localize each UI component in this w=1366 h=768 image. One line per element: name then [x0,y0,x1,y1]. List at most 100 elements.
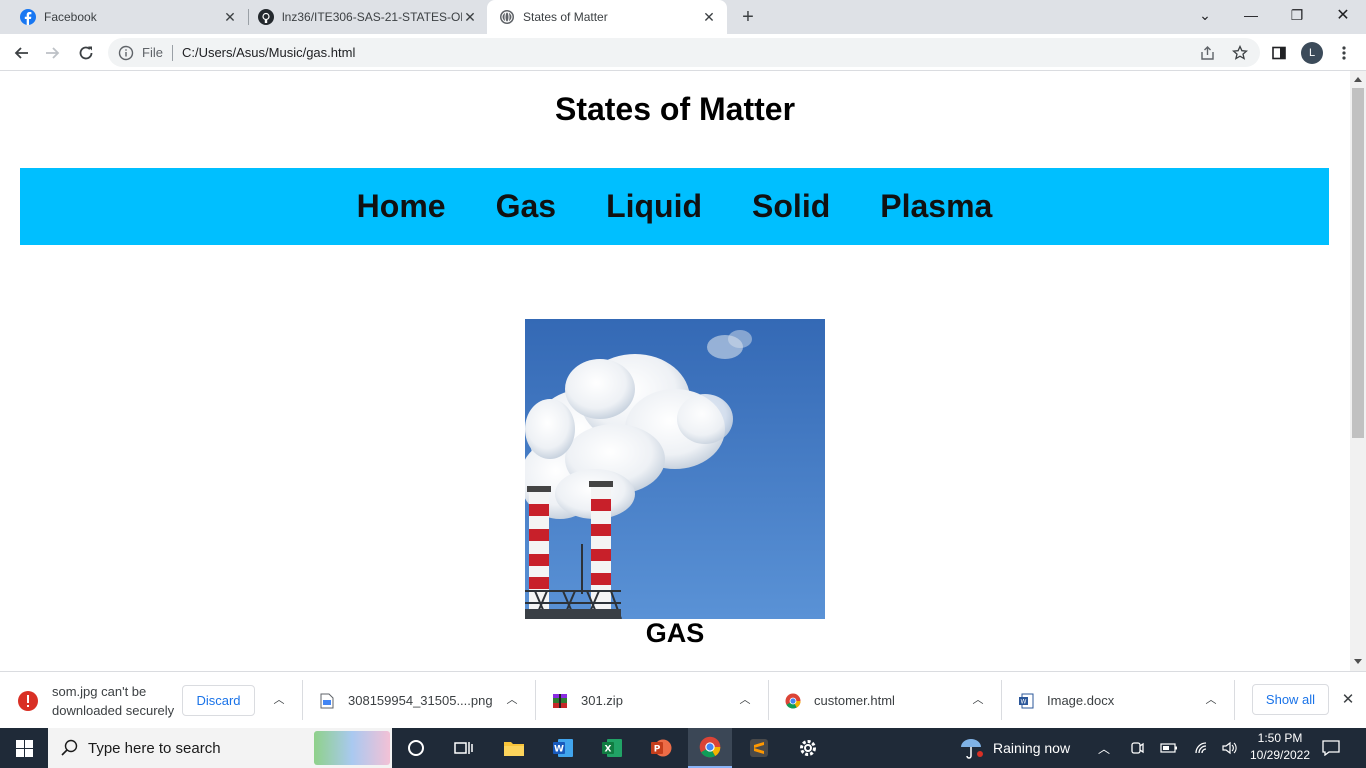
menu-dots-icon[interactable] [1333,42,1355,64]
close-tab-icon[interactable]: ✕ [462,9,478,25]
address-bar[interactable]: File C:/Users/Asus/Music/gas.html [108,38,1260,67]
minimize-icon[interactable]: — [1228,0,1274,30]
nav-link-gas[interactable]: Gas [496,188,556,225]
weather-widget[interactable]: Raining now [958,728,1070,768]
system-clock[interactable]: 1:50 PM 10/29/2022 [1240,730,1320,764]
close-download-bar-icon[interactable]: ✕ [1341,691,1355,708]
excel-app-icon[interactable]: X [590,728,634,768]
windows-taskbar: Type here to search W X P Raining now ︿ [0,728,1366,768]
close-tab-icon[interactable]: ✕ [701,9,717,25]
chrome-app-icon[interactable] [688,728,732,768]
chevron-up-icon[interactable]: ︿ [738,692,752,706]
nav-link-solid[interactable]: Solid [752,188,830,225]
chrome-icon [785,693,801,709]
main-navbar: Home Gas Liquid Solid Plasma [20,168,1329,245]
github-icon [258,9,274,25]
cortana-icon[interactable] [394,728,438,768]
svg-text:W: W [1021,698,1027,705]
nav-link-liquid[interactable]: Liquid [606,188,702,225]
battery-icon[interactable] [1160,728,1178,768]
new-tab-button[interactable]: + [738,7,758,27]
download-item[interactable]: W Image.docx [1018,672,1114,729]
close-window-icon[interactable]: ✕ [1320,0,1366,30]
page-title: States of Matter [554,91,796,127]
sublime-text-app-icon[interactable] [737,728,781,768]
divider [535,680,536,720]
warning-line-1: som.jpg can't be [52,683,147,699]
image-file-icon [320,693,334,708]
chevron-up-icon[interactable]: ︿ [971,692,985,706]
facebook-icon [20,9,36,25]
word-app-icon[interactable]: W [541,728,585,768]
clock-time: 1:50 PM [1257,731,1303,745]
volume-icon[interactable] [1222,728,1238,768]
meet-now-icon[interactable] [1130,728,1144,768]
profile-avatar[interactable]: L [1301,42,1323,64]
divider [1001,680,1002,720]
download-filename: customer.html [814,693,895,708]
divider [302,680,303,720]
share-icon[interactable] [1197,42,1219,64]
error-icon [18,690,38,711]
tab-github[interactable]: lnz36/ITE306-SAS-21-STATES-OF ✕ [238,0,488,34]
url-text[interactable]: C:/Users/Asus/Music/gas.html [182,45,355,60]
restore-icon[interactable]: ❐ [1274,0,1320,30]
close-tab-icon[interactable]: ✕ [222,9,238,25]
tab-title: States of Matter [523,10,608,24]
bookmark-star-icon[interactable] [1229,42,1251,64]
scroll-thumb[interactable] [1352,88,1364,438]
info-icon[interactable] [118,45,134,61]
nav-link-home[interactable]: Home [357,188,446,225]
download-filename: 301.zip [581,693,623,708]
gas-smokestack-image [525,319,825,619]
notification-center-icon[interactable] [1322,728,1340,768]
forward-arrow-icon[interactable] [42,42,64,64]
page-scrollbar[interactable] [1350,71,1366,671]
reload-icon[interactable] [75,42,97,64]
warning-line-2: downloaded securely [52,702,175,718]
download-item[interactable]: customer.html [785,672,895,729]
divider [768,680,769,720]
back-arrow-icon[interactable] [10,42,32,64]
search-placeholder: Type here to search [88,739,221,757]
download-warning: som.jpg can't be downloaded securely [17,672,174,729]
search-highlight-illustration [314,731,390,765]
scroll-up-arrow-icon[interactable] [1354,77,1362,82]
svg-text:W: W [554,745,564,755]
tab-title: Facebook [44,10,97,24]
scroll-down-arrow-icon[interactable] [1354,659,1362,664]
browser-toolbar: File C:/Users/Asus/Music/gas.html L [0,34,1366,71]
tab-title: lnz36/ITE306-SAS-21-STATES-OF [282,10,462,24]
globe-icon [500,10,514,24]
tab-states-of-matter[interactable]: States of Matter ✕ [487,0,727,34]
word-icon: W [1019,693,1034,708]
nav-link-plasma[interactable]: Plasma [880,188,992,225]
weather-text: Raining now [993,740,1071,756]
chevron-up-icon[interactable]: ︿ [505,692,519,706]
taskbar-search-box[interactable]: Type here to search [48,728,392,768]
show-all-button[interactable]: Show all [1252,684,1329,715]
gas-caption: GAS [645,618,705,648]
clock-date: 10/29/2022 [1249,748,1311,762]
show-hidden-icons-chevron[interactable]: ︿ [1098,728,1110,768]
avatar: L [1301,42,1323,64]
powerpoint-app-icon[interactable]: P [639,728,683,768]
tab-search-chevron-icon[interactable]: ⌄ [1182,0,1228,30]
chevron-up-icon[interactable]: ︿ [1204,692,1218,706]
download-item[interactable]: 308159954_31505....png [320,672,493,729]
settings-gear-icon[interactable] [786,728,830,768]
wifi-icon[interactable] [1194,728,1210,768]
side-panel-icon[interactable] [1268,42,1290,64]
umbrella-rain-icon [961,739,983,759]
tab-facebook[interactable]: Facebook ✕ [0,0,248,34]
chevron-up-icon[interactable]: ︿ [272,692,286,706]
discard-button[interactable]: Discard [182,685,255,716]
svg-text:X: X [605,745,612,755]
download-item[interactable]: 301.zip [552,672,623,729]
scheme-label: File [142,45,163,60]
file-explorer-icon[interactable] [492,728,536,768]
page-viewport: States of Matter Home Gas Liquid Solid P… [0,71,1350,671]
download-filename: Image.docx [1047,693,1115,708]
windows-start-button[interactable] [0,728,48,768]
task-view-icon[interactable] [441,728,485,768]
